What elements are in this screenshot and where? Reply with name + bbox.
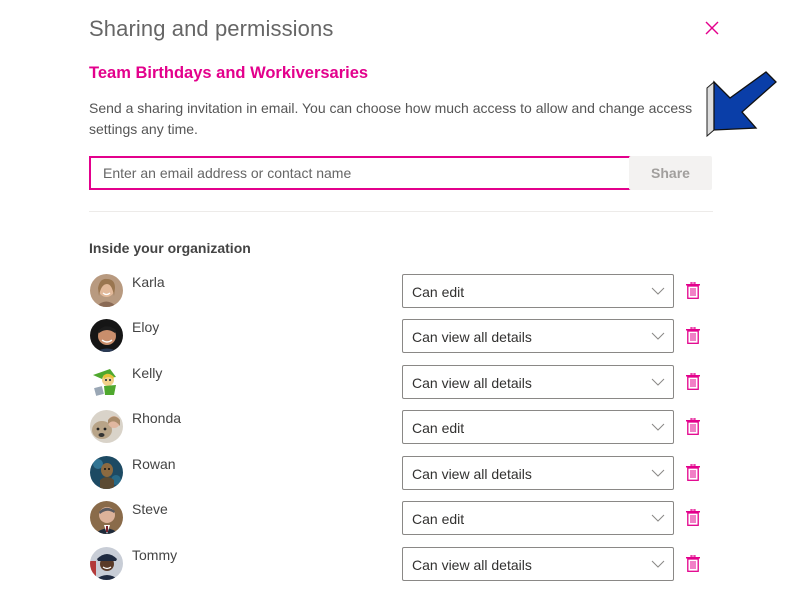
chevron-down-icon xyxy=(651,378,665,386)
panel-title: Sharing and permissions xyxy=(89,16,334,41)
avatar xyxy=(90,365,123,398)
permission-dropdown[interactable]: Can view all details xyxy=(402,365,674,399)
chevron-down-icon xyxy=(651,469,665,477)
chevron-down-icon xyxy=(651,423,665,431)
permission-value: Can edit xyxy=(412,284,465,300)
chevron-down-icon xyxy=(651,287,665,295)
list-item: Tommy Can view all details xyxy=(89,546,713,582)
trash-icon[interactable] xyxy=(686,373,700,390)
avatar xyxy=(90,410,123,443)
list-item: Eloy Can view all details xyxy=(89,318,713,354)
email-input[interactable] xyxy=(89,156,633,190)
avatar xyxy=(90,319,123,352)
trash-icon[interactable] xyxy=(686,327,700,344)
person-name: Kelly xyxy=(132,365,163,381)
permission-dropdown[interactable]: Can edit xyxy=(402,501,674,535)
person-name: Karla xyxy=(132,274,165,290)
chevron-down-icon xyxy=(651,514,665,522)
trash-icon[interactable] xyxy=(686,418,700,435)
permission-value: Can edit xyxy=(412,420,465,436)
permission-dropdown[interactable]: Can edit xyxy=(402,274,674,308)
trash-icon[interactable] xyxy=(686,555,700,572)
share-button[interactable]: Share xyxy=(629,156,712,190)
permission-value: Can view all details xyxy=(412,557,532,573)
permission-value: Can view all details xyxy=(412,329,532,345)
sharing-description: Send a sharing invitation in email. You … xyxy=(89,100,693,137)
list-item: Rowan Can view all details xyxy=(89,455,713,491)
list-item: Karla Can edit xyxy=(89,273,713,309)
permission-value: Can view all details xyxy=(412,375,532,391)
permission-dropdown[interactable]: Can view all details xyxy=(402,456,674,490)
trash-icon[interactable] xyxy=(686,509,700,526)
section-heading: Inside your organization xyxy=(89,240,251,256)
permission-dropdown[interactable]: Can edit xyxy=(402,410,674,444)
trash-icon[interactable] xyxy=(686,464,700,481)
trash-icon[interactable] xyxy=(686,282,700,299)
divider xyxy=(89,211,713,212)
permission-value: Can edit xyxy=(412,511,465,527)
permission-value: Can view all details xyxy=(412,466,532,482)
avatar xyxy=(90,456,123,489)
person-name: Tommy xyxy=(132,547,178,563)
permission-dropdown[interactable]: Can view all details xyxy=(402,319,674,353)
person-name: Rowan xyxy=(132,456,176,472)
person-name: Eloy xyxy=(132,319,160,335)
close-icon[interactable] xyxy=(703,19,721,37)
permission-dropdown[interactable]: Can view all details xyxy=(402,547,674,581)
chevron-down-icon xyxy=(651,332,665,340)
sharing-panel: Sharing and permissions Team Birthdays a… xyxy=(89,0,719,602)
list-name: Team Birthdays and Workiversaries xyxy=(89,64,369,82)
chevron-down-icon xyxy=(651,560,665,568)
arrow-pointer-icon xyxy=(706,71,777,138)
avatar xyxy=(90,274,123,307)
person-name: Steve xyxy=(132,501,168,517)
avatar xyxy=(90,501,123,534)
list-item: Kelly Can view all details xyxy=(89,364,713,400)
list-item: Rhonda Can edit xyxy=(89,409,713,445)
person-name: Rhonda xyxy=(132,410,182,426)
list-item: Steve Can edit xyxy=(89,500,713,536)
avatar xyxy=(90,547,123,580)
